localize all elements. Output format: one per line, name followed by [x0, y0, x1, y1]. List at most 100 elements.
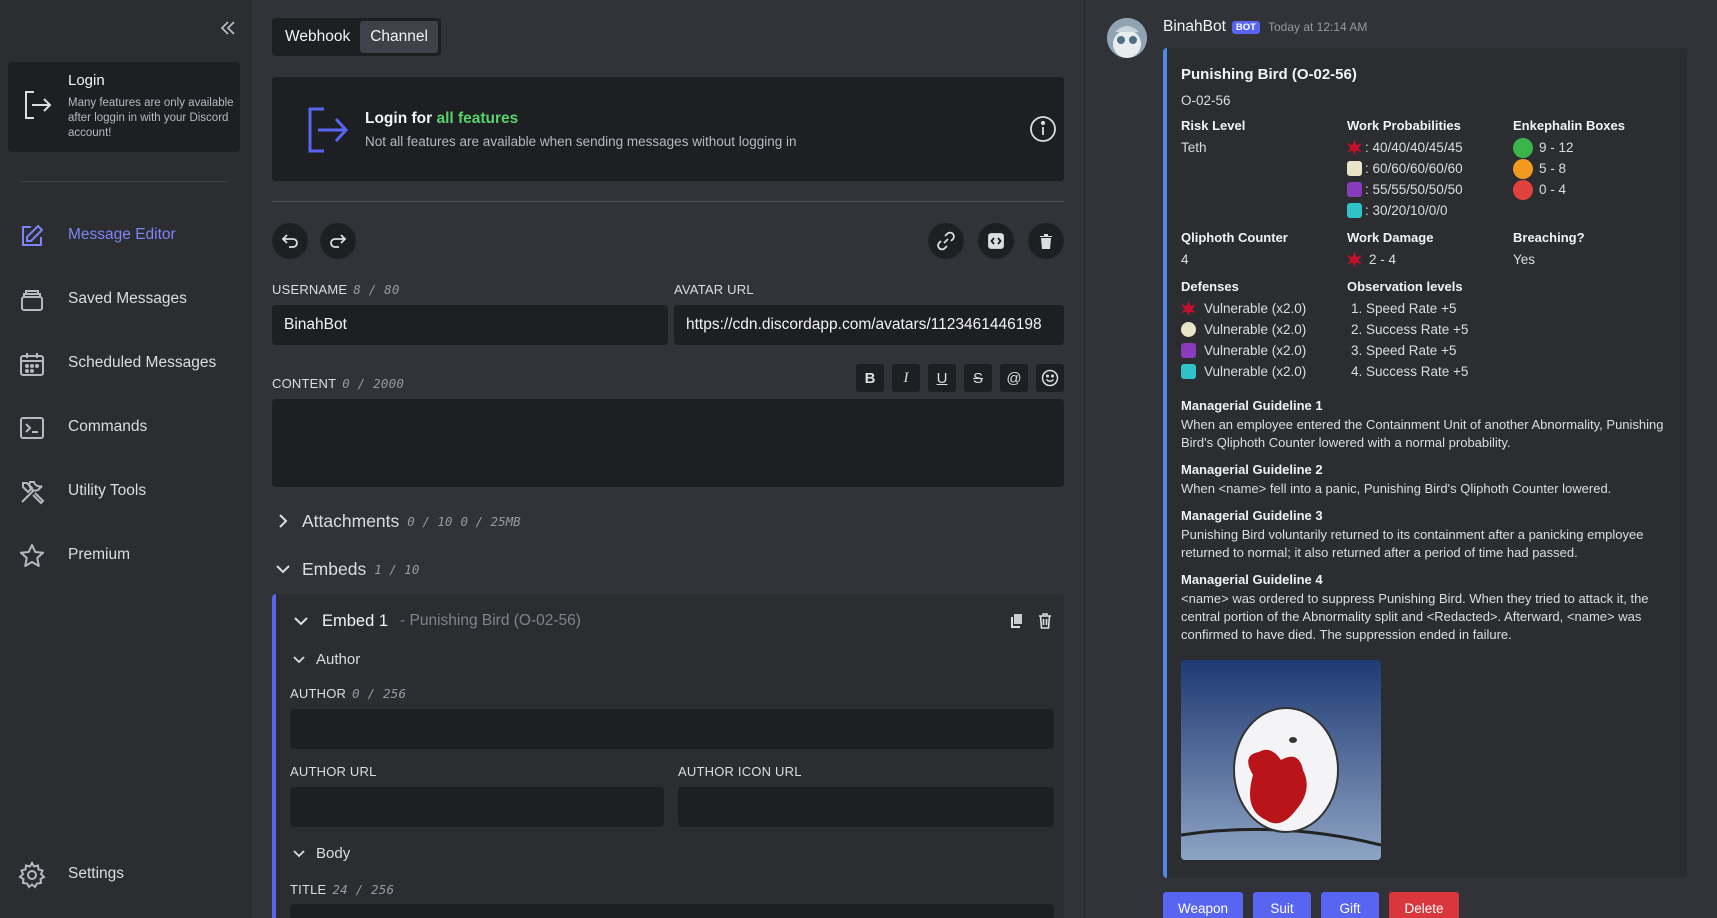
author-label: Author 0 / 256: [290, 686, 406, 701]
sidebar-item-label: Commands: [68, 418, 148, 435]
italic-button[interactable]: I: [892, 364, 920, 392]
red-damage-icon: [1347, 252, 1362, 267]
author-input[interactable]: [290, 709, 1054, 749]
author-subsection[interactable]: Author: [290, 650, 360, 668]
author-subsection-title: Author: [316, 650, 361, 668]
avatar-url-label: Avatar URL: [674, 282, 754, 297]
work-prob-value: : 60/60/60/60/60: [1365, 161, 1463, 176]
chevron-down-icon: [294, 617, 308, 626]
guideline-value: When <name> fell into a panic, Punishing…: [1181, 481, 1612, 496]
field-name: Breaching?: [1513, 230, 1585, 245]
clear-all-button[interactable]: [1028, 223, 1064, 259]
guideline-field: Managerial Guideline 4 <name> was ordere…: [1181, 572, 1671, 644]
underline-button[interactable]: U: [928, 364, 956, 392]
username-count: 8 / 80: [353, 282, 400, 297]
field-enkephalin-boxes: Enkephalin Boxes 9 - 12 5 - 8 0 - 4: [1513, 118, 1673, 200]
author-icon-url-input[interactable]: [678, 787, 1054, 827]
content-label: Content 0 / 2000: [272, 376, 404, 391]
sidebar-item-scheduled-messages[interactable]: Scheduled Messages: [0, 343, 252, 383]
message-editor-panel: Webhook Channel Login for all features N…: [252, 0, 1084, 918]
undo-button[interactable]: [272, 223, 308, 259]
guideline-value: <name> was ordered to suppress Punishing…: [1181, 591, 1649, 642]
message-timestamp: Today at 12:14 AM: [1267, 20, 1368, 34]
work-prob-value: : 40/40/40/45/45: [1365, 140, 1463, 155]
sidebar-item-label: Message Editor: [68, 226, 176, 243]
field-value: Teth: [1181, 140, 1207, 155]
calendar-icon: [18, 350, 46, 378]
avatar[interactable]: [1107, 18, 1147, 58]
avatar-url-input[interactable]: https://cdn.discordapp.com/avatars/11234…: [674, 305, 1064, 345]
login-icon: [20, 88, 54, 122]
sidebar-item-settings[interactable]: Settings: [0, 854, 252, 894]
embed-actions: [1008, 612, 1054, 630]
observation-line: 4. Success Rate +5: [1351, 364, 1469, 379]
sidebar-item-saved-messages[interactable]: Saved Messages: [0, 279, 252, 319]
collapse-sidebar-icon[interactable]: [218, 18, 238, 38]
defense-value: Vulnerable (x2.0): [1204, 364, 1307, 379]
emoji-button[interactable]: [1036, 364, 1064, 392]
embed-header[interactable]: Embed 1 - Punishing Bird (O-02-56): [290, 610, 581, 632]
sidebar-item-label: Utility Tools: [68, 482, 147, 499]
work-prob-value: : 30/20/10/0/0: [1365, 203, 1448, 218]
work-prob-line: : 60/60/60/60/60: [1347, 158, 1507, 179]
tools-icon: [18, 478, 46, 506]
editor-divider: [272, 201, 1064, 202]
pale-damage-icon: [1181, 364, 1196, 379]
sidebar-item-message-editor[interactable]: Message Editor: [0, 215, 252, 255]
title-label: Title 24 / 256: [290, 882, 394, 897]
embed-image[interactable]: [1181, 660, 1381, 860]
body-subsection-title: Body: [316, 844, 351, 862]
share-link-button[interactable]: [928, 223, 964, 259]
login-banner[interactable]: Login for all features Not all features …: [272, 77, 1064, 181]
delete-button[interactable]: Delete: [1389, 892, 1459, 918]
title-label-text: Title: [290, 882, 327, 897]
sidebar-item-commands[interactable]: Commands: [0, 407, 252, 447]
tab-webhook[interactable]: Webhook: [275, 21, 360, 53]
work-prob-value: : 55/55/50/50/50: [1365, 182, 1463, 197]
enkephalin-value: 0 - 4: [1539, 182, 1567, 197]
field-defenses: Defenses Vulnerable (x2.0) Vulnerable (x…: [1181, 279, 1341, 382]
gift-button[interactable]: Gift: [1321, 892, 1379, 918]
bot-badge: BOT: [1231, 20, 1260, 34]
suit-button[interactable]: Suit: [1253, 892, 1311, 918]
redo-button[interactable]: [320, 223, 356, 259]
message-username[interactable]: BinahBot: [1163, 18, 1226, 36]
login-card[interactable]: Login Many features are only available a…: [8, 62, 240, 152]
login-description: Many features are only available after l…: [68, 97, 234, 139]
copy-icon[interactable]: [1008, 612, 1026, 630]
info-icon[interactable]: [1029, 115, 1057, 143]
embed-editor-card: Embed 1 - Punishing Bird (O-02-56) Autho…: [272, 594, 1064, 918]
mention-button[interactable]: @: [1000, 364, 1028, 392]
title-input[interactable]: [290, 904, 1054, 918]
field-work-probabilities: Work Probabilities : 40/40/40/45/45 : 60…: [1347, 118, 1507, 221]
sidebar-item-premium[interactable]: Premium: [0, 535, 252, 575]
trash-icon[interactable]: [1036, 612, 1054, 630]
content-textarea[interactable]: [272, 399, 1064, 487]
field-name: Defenses: [1181, 279, 1239, 294]
sidebar: Login Many features are only available a…: [0, 0, 252, 918]
field-name: Work Damage: [1347, 230, 1434, 245]
guideline-name: Managerial Guideline 3: [1181, 508, 1323, 523]
field-name: Enkephalin Boxes: [1513, 118, 1625, 133]
enkephalin-value: 5 - 8: [1539, 161, 1567, 176]
body-subsection[interactable]: Body: [290, 844, 350, 862]
attachments-section[interactable]: Attachments 0 / 10 0 / 25MB: [272, 508, 521, 534]
red-damage-icon: [1181, 301, 1196, 316]
tab-channel[interactable]: Channel: [360, 21, 438, 53]
sidebar-item-label: Premium: [68, 546, 131, 563]
white-damage-icon: [1181, 322, 1196, 337]
red-damage-icon: [1347, 140, 1362, 155]
white-damage-icon: [1347, 161, 1362, 176]
embeds-section[interactable]: Embeds 1 / 10: [272, 556, 419, 582]
strikethrough-button[interactable]: S: [964, 364, 992, 392]
bold-button[interactable]: B: [856, 364, 884, 392]
author-url-input[interactable]: [290, 787, 664, 827]
username-input[interactable]: BinahBot: [272, 305, 668, 345]
json-code-button[interactable]: [978, 223, 1014, 259]
weapon-button[interactable]: Weapon: [1163, 892, 1243, 918]
sidebar-item-utility-tools[interactable]: Utility Tools: [0, 471, 252, 511]
enkephalin-value: 9 - 12: [1539, 140, 1574, 155]
terminal-icon: [18, 414, 46, 442]
work-prob-line: : 30/20/10/0/0: [1347, 200, 1507, 221]
author-count: 0 / 256: [352, 686, 407, 701]
